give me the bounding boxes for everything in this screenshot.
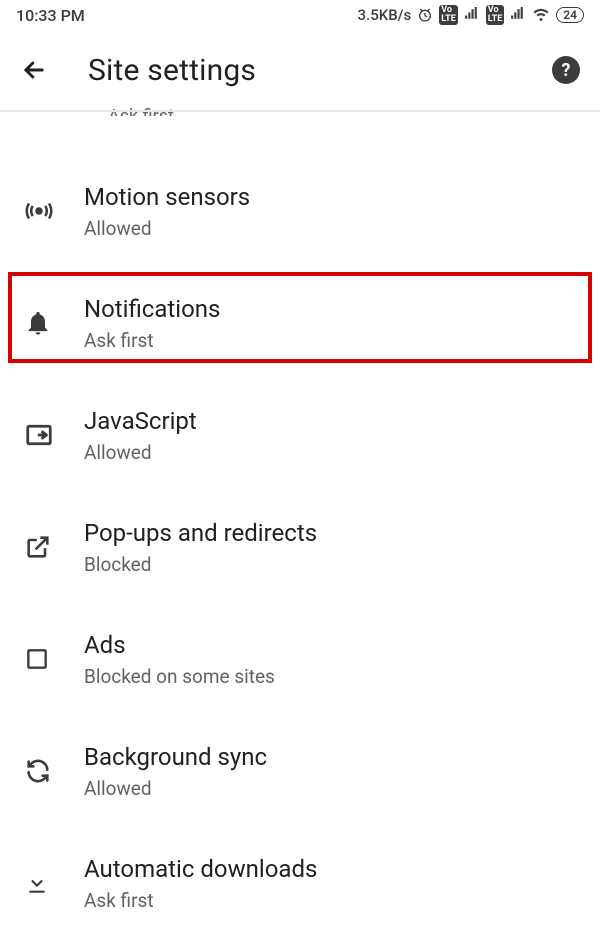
wifi-icon bbox=[532, 6, 550, 24]
row-title: Ads bbox=[84, 630, 275, 661]
row-subtitle: Allowed bbox=[84, 777, 267, 800]
battery-indicator: 24 bbox=[556, 7, 584, 23]
row-title: JavaScript bbox=[84, 406, 197, 437]
row-title: Background sync bbox=[84, 742, 267, 773]
row-background-sync[interactable]: Background sync Allowed bbox=[0, 724, 600, 818]
row-title: Motion sensors bbox=[84, 182, 250, 213]
row-motion-sensors[interactable]: Motion sensors Allowed bbox=[0, 164, 600, 258]
settings-list: Motion sensors Allowed Notifications Ask… bbox=[0, 116, 600, 930]
page-title: Site settings bbox=[88, 53, 256, 88]
row-title: Pop-ups and redirects bbox=[84, 518, 317, 549]
ads-icon bbox=[24, 646, 84, 672]
row-notifications[interactable]: Notifications Ask first bbox=[0, 276, 600, 370]
row-subtitle: Allowed bbox=[84, 217, 250, 240]
row-popups[interactable]: Pop-ups and redirects Blocked bbox=[0, 500, 600, 594]
alarm-icon bbox=[417, 7, 433, 23]
download-icon bbox=[24, 870, 84, 896]
bell-icon bbox=[24, 309, 84, 337]
row-ads[interactable]: Ads Blocked on some sites bbox=[0, 612, 600, 706]
back-button[interactable] bbox=[20, 56, 60, 84]
row-javascript[interactable]: JavaScript Allowed bbox=[0, 388, 600, 482]
status-right: 3.5KB/s VoLTE VoLTE 24 bbox=[358, 5, 585, 25]
sync-icon bbox=[24, 757, 84, 785]
signal-icon-2 bbox=[510, 7, 526, 23]
status-speed: 3.5KB/s bbox=[358, 6, 412, 24]
signal-icon-1 bbox=[464, 7, 480, 23]
row-subtitle: Ask first bbox=[84, 889, 317, 912]
status-bar: 10:33 PM 3.5KB/s VoLTE VoLTE 24 bbox=[0, 0, 600, 30]
app-header: Site settings ? bbox=[0, 30, 600, 112]
row-subtitle: Allowed bbox=[84, 441, 197, 464]
volte-badge-2: VoLTE bbox=[486, 5, 505, 25]
row-subtitle: Blocked on some sites bbox=[84, 665, 275, 688]
row-subtitle: Blocked bbox=[84, 553, 317, 576]
row-subtitle: Ask first bbox=[84, 329, 220, 352]
motion-sensor-icon bbox=[24, 196, 84, 226]
status-time: 10:33 PM bbox=[16, 6, 85, 25]
open-new-icon bbox=[24, 533, 84, 561]
row-title: Automatic downloads bbox=[84, 854, 317, 885]
javascript-icon bbox=[24, 420, 84, 450]
row-title: Notifications bbox=[84, 294, 220, 325]
help-button[interactable]: ? bbox=[552, 56, 580, 84]
volte-badge-1: VoLTE bbox=[439, 5, 458, 25]
